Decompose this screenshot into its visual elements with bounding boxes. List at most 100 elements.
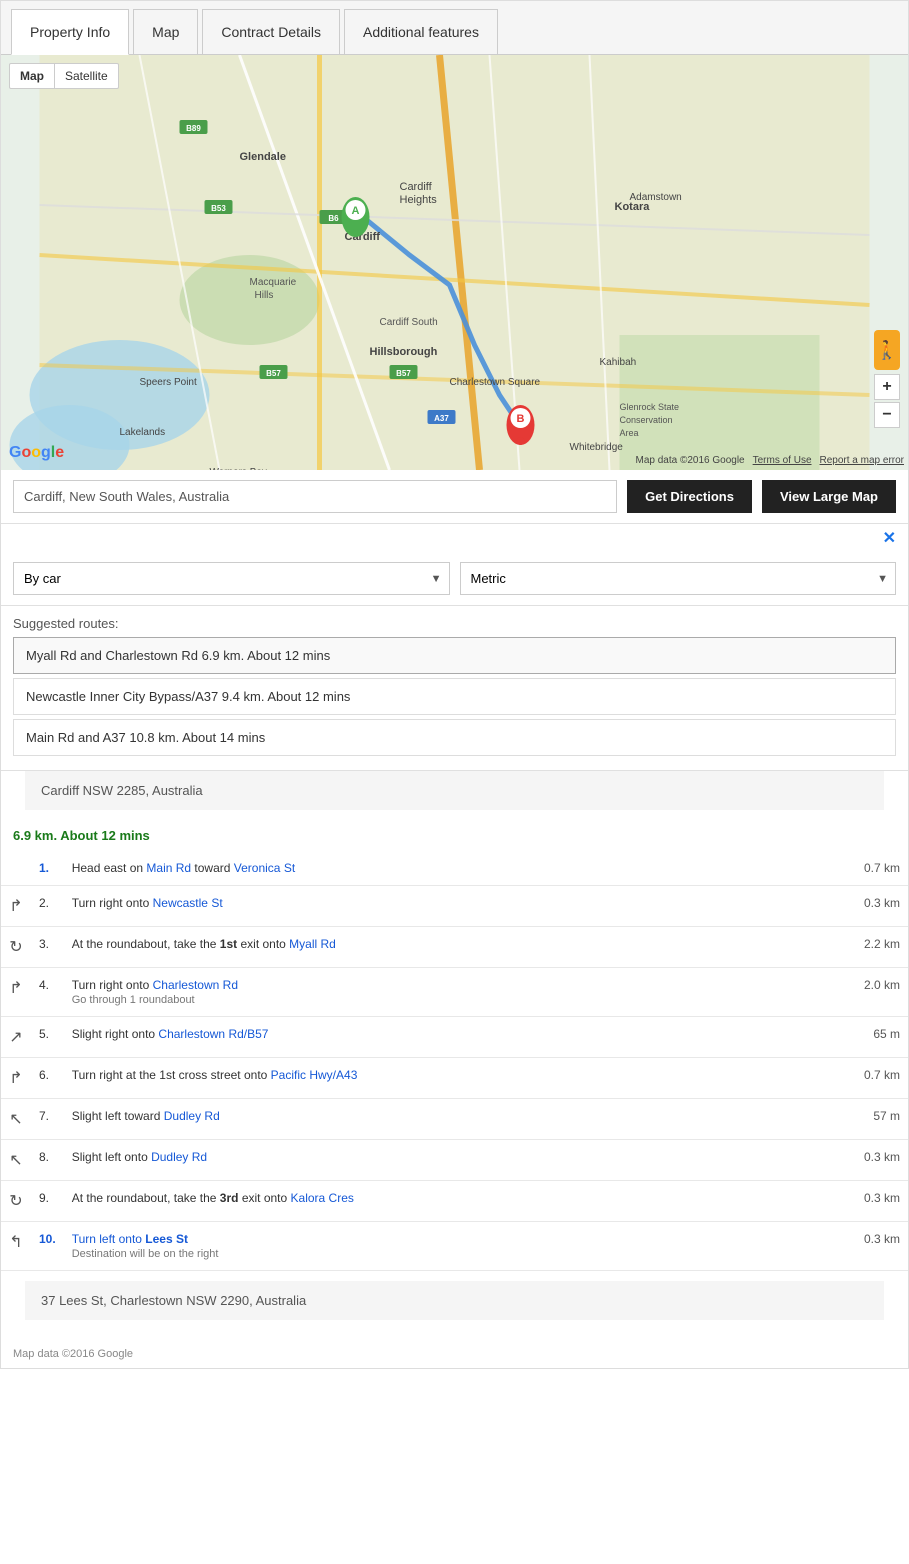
step-desc-10: Turn left onto Lees St Destination will …	[64, 1222, 784, 1271]
svg-text:A: A	[352, 205, 360, 217]
svg-text:B: B	[517, 413, 525, 425]
step-link-lees-st[interactable]: Turn left onto Lees St	[72, 1232, 188, 1246]
step-link-charlestown-rd[interactable]: Charlestown Rd	[153, 978, 238, 992]
tab-contract-details[interactable]: Contract Details	[202, 9, 340, 54]
svg-text:Hills: Hills	[255, 290, 274, 301]
step-num-4: 4.	[31, 968, 64, 1017]
get-directions-button[interactable]: Get Directions	[627, 480, 752, 513]
close-directions-button[interactable]: ✕	[883, 528, 896, 548]
step-link-main-rd[interactable]: Main Rd	[146, 861, 191, 875]
step-link-charlestown-rd-b57[interactable]: Charlestown Rd/B57	[158, 1027, 268, 1041]
origin-section: Cardiff NSW 2285, Australia	[1, 771, 908, 820]
step-dist-2: 0.3 km	[784, 886, 908, 927]
step-icon-9: ↻	[1, 1181, 31, 1222]
step-desc-8: Slight left onto Dudley Rd	[64, 1140, 784, 1181]
units-dropdown-wrap: Metric Imperial ▼	[460, 562, 897, 595]
step-dist-6: 0.7 km	[784, 1058, 908, 1099]
step-icon-2: ↱	[1, 886, 31, 927]
svg-text:Glendale: Glendale	[240, 151, 286, 163]
tab-map[interactable]: Map	[133, 9, 198, 54]
svg-text:Adamstown: Adamstown	[630, 192, 682, 203]
tab-bar: Property Info Map Contract Details Addit…	[1, 1, 908, 55]
tab-additional-features[interactable]: Additional features	[344, 9, 498, 54]
zoom-out-button[interactable]: −	[874, 402, 900, 428]
step-num-9: 9.	[31, 1181, 64, 1222]
svg-text:Cardiff: Cardiff	[400, 181, 433, 193]
step-num-10: 10.	[31, 1222, 64, 1271]
svg-text:Heights: Heights	[400, 194, 438, 206]
svg-text:Kahibah: Kahibah	[600, 357, 637, 368]
svg-text:Area: Area	[620, 428, 639, 438]
step-icon-1	[1, 851, 31, 886]
step-link-dudley-rd-2[interactable]: Dudley Rd	[151, 1150, 207, 1164]
svg-text:Glenrock State: Glenrock State	[620, 402, 680, 412]
route-item-2[interactable]: Newcastle Inner City Bypass/A37 9.4 km. …	[13, 678, 896, 715]
directions-input[interactable]	[13, 480, 617, 513]
route-options-row: ✕	[1, 524, 908, 552]
svg-text:Warners Bay: Warners Bay	[210, 467, 267, 470]
step-desc-9: At the roundabout, take the 3rd exit ont…	[64, 1181, 784, 1222]
step-icon-3: ↻	[1, 927, 31, 968]
step-num-5: 5.	[31, 1017, 64, 1058]
step-link-veronica-st[interactable]: Veronica St	[234, 861, 295, 875]
step-link-myall-rd[interactable]: Myall Rd	[289, 937, 336, 951]
destination-address-box: 37 Lees St, Charlestown NSW 2290, Austra…	[25, 1281, 884, 1320]
step-desc-4: Turn right onto Charlestown Rd Go throug…	[64, 968, 784, 1017]
step-row-1: 1. Head east on Main Rd toward Veronica …	[1, 851, 908, 886]
step-icon-6: ↱	[1, 1058, 31, 1099]
travel-mode-select[interactable]: By car By transit Walking Cycling	[13, 562, 450, 595]
map-footer: Map data ©2016 Google	[1, 1340, 908, 1368]
step-icon-10: ↰	[1, 1222, 31, 1271]
pegman-icon[interactable]: 🚶	[874, 330, 900, 370]
step-icon-7: ↖	[1, 1099, 31, 1140]
route-item-3[interactable]: Main Rd and A37 10.8 km. About 14 mins	[13, 719, 896, 756]
suggested-routes-section: Suggested routes: Myall Rd and Charlesto…	[1, 606, 908, 771]
dropdowns-row: By car By transit Walking Cycling ▼ Metr…	[1, 552, 908, 606]
svg-text:Charlestown Square: Charlestown Square	[450, 377, 541, 388]
step-dist-8: 0.3 km	[784, 1140, 908, 1181]
units-select[interactable]: Metric Imperial	[460, 562, 897, 595]
svg-text:Google: Google	[9, 444, 64, 461]
step-row-8: ↖ 8. Slight left onto Dudley Rd 0.3 km	[1, 1140, 908, 1181]
step-row-3: ↻ 3. At the roundabout, take the 1st exi…	[1, 927, 908, 968]
step-row-5: ↗ 5. Slight right onto Charlestown Rd/B5…	[1, 1017, 908, 1058]
step-dist-4: 2.0 km	[784, 968, 908, 1017]
svg-text:Whitebridge: Whitebridge	[570, 442, 624, 453]
svg-text:B53: B53	[211, 204, 226, 213]
step-link-pacific-hwy[interactable]: Pacific Hwy/A43	[271, 1068, 358, 1082]
step-num-3: 3.	[31, 927, 64, 968]
svg-text:B6: B6	[328, 214, 339, 223]
step-dist-9: 0.3 km	[784, 1181, 908, 1222]
step-icon-8: ↖	[1, 1140, 31, 1181]
route-item-1[interactable]: Myall Rd and Charlestown Rd 6.9 km. Abou…	[13, 637, 896, 674]
svg-text:Speers Point: Speers Point	[140, 377, 197, 388]
step-dist-5: 65 m	[784, 1017, 908, 1058]
svg-text:Conservation: Conservation	[620, 415, 673, 425]
step-row-4: ↱ 4. Turn right onto Charlestown Rd Go t…	[1, 968, 908, 1017]
step-icon-5: ↗	[1, 1017, 31, 1058]
view-large-map-button[interactable]: View Large Map	[762, 480, 896, 513]
step-desc-6: Turn right at the 1st cross street onto …	[64, 1058, 784, 1099]
svg-text:B89: B89	[186, 124, 201, 133]
origin-address-box: Cardiff NSW 2285, Australia	[25, 771, 884, 810]
svg-text:A37: A37	[434, 414, 449, 423]
map-type-control: Map Satellite	[9, 63, 119, 89]
tab-property-info[interactable]: Property Info	[11, 9, 129, 55]
svg-text:Cardiff South: Cardiff South	[380, 317, 438, 328]
map-type-satellite-btn[interactable]: Satellite	[55, 64, 118, 88]
suggested-routes-label: Suggested routes:	[13, 616, 896, 631]
step-link-dudley-rd-1[interactable]: Dudley Rd	[164, 1109, 220, 1123]
map-container: B89 B53 B6 B57 B57 A37 Glendale Cardiff …	[1, 55, 908, 470]
step-link-newcastle-st[interactable]: Newcastle St	[153, 896, 223, 910]
step-dist-3: 2.2 km	[784, 927, 908, 968]
step-num-8: 8.	[31, 1140, 64, 1181]
zoom-in-button[interactable]: +	[874, 374, 900, 400]
directions-bar: Get Directions View Large Map	[1, 470, 908, 524]
step-icon-4: ↱	[1, 968, 31, 1017]
step-desc-7: Slight left toward Dudley Rd	[64, 1099, 784, 1140]
google-logo: Google	[9, 441, 64, 464]
step-link-kalora-cres[interactable]: Kalora Cres	[291, 1191, 354, 1205]
step-desc-2: Turn right onto Newcastle St	[64, 886, 784, 927]
directions-steps-table: 1. Head east on Main Rd toward Veronica …	[1, 851, 908, 1271]
map-type-map-btn[interactable]: Map	[10, 64, 55, 88]
